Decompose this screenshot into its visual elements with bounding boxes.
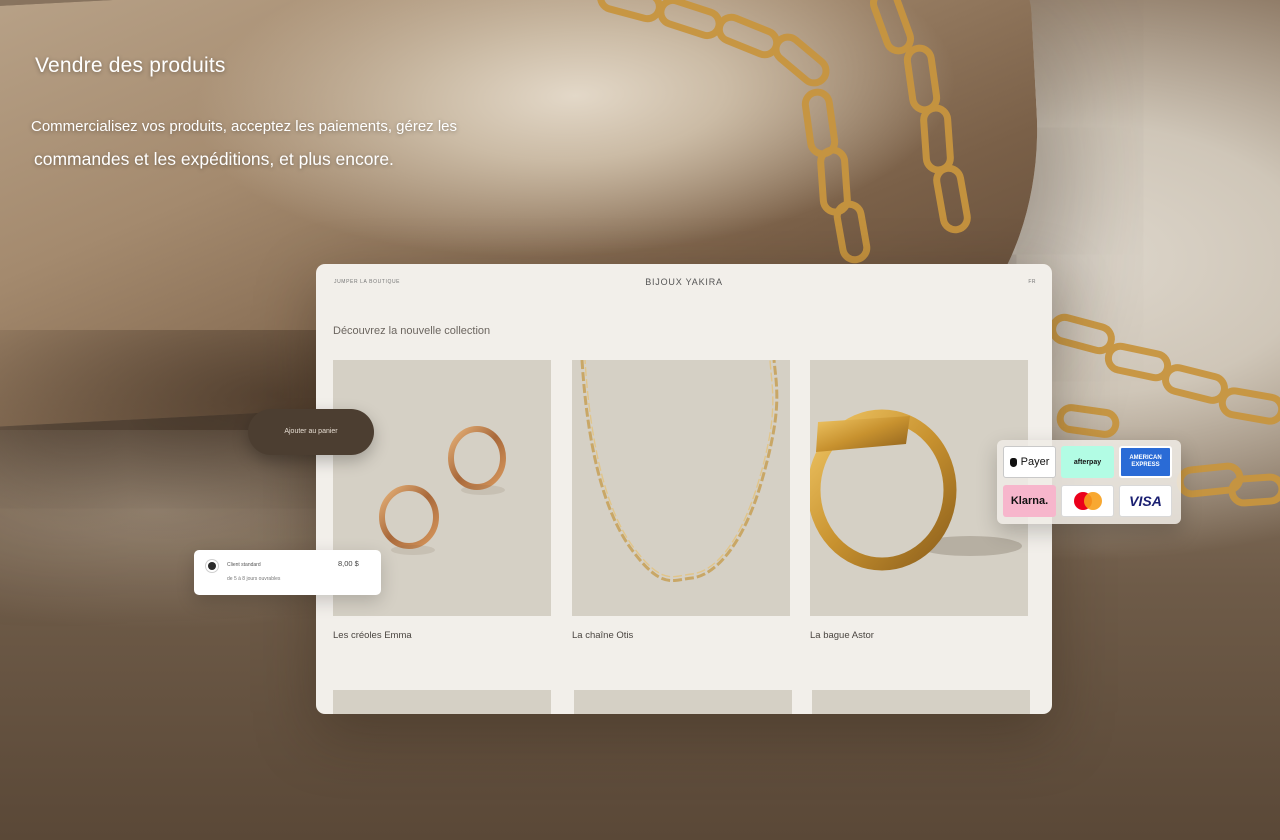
product-image[interactable] [810,360,1028,616]
afterpay-label: afterpay [1073,458,1102,466]
product-grid: Les créoles Emma La chaîne Otis La bague… [316,264,1052,714]
product-card-placeholder[interactable] [574,690,792,714]
hero-title: Vendre des produits [35,54,226,77]
signet-ring-icon [810,409,1022,571]
chain-necklace-icon [580,360,779,583]
klarna-badge: Klarna. [1003,485,1056,517]
product-card[interactable]: La chaîne Otis [572,360,790,641]
mastercard-logo-icon [1073,492,1102,510]
payment-methods-panel: Payer afterpay AMERICAN EXPRESS Klarna. … [997,440,1181,524]
apple-logo-icon [1009,457,1017,467]
product-card[interactable]: La bague Astor [810,360,1028,641]
product-name[interactable]: La bague Astor [810,630,1028,641]
product-image[interactable] [572,360,790,616]
hero-description-line-1: Commercialisez vos produits, acceptez le… [31,118,458,135]
product-card-placeholder[interactable] [333,690,551,714]
apple-pay-label: Payer [1020,456,1050,468]
amex-label-line-2: EXPRESS [1131,462,1160,468]
product-card-placeholder[interactable] [812,690,1030,714]
mastercard-badge [1061,485,1114,517]
apple-pay-badge: Payer [1003,446,1056,478]
amex-badge: AMERICAN EXPRESS [1119,446,1172,478]
shipping-option-label: Client standard [227,562,261,568]
amex-label-line-1: AMERICAN [1129,455,1162,461]
storefront-preview: JUMPER LA BOUTIQUE BIJOUX YAKIRA FR Déco… [316,264,1052,714]
klarna-label: Klarna. [1010,495,1049,507]
hero-description: Commercialisez vos produits, acceptez le… [31,110,501,176]
visa-label: VISA [1129,493,1162,509]
add-to-cart-button[interactable]: Ajouter au panier [248,409,374,455]
product-name[interactable]: Les créoles Emma [333,630,551,641]
shipping-price: 8,00 $ [338,559,359,568]
product-name[interactable]: La chaîne Otis [572,630,790,641]
afterpay-badge: afterpay [1061,446,1114,478]
radio-selected-icon[interactable] [208,562,216,570]
product-card[interactable]: Les créoles Emma [333,360,551,641]
hero-description-line-2: commandes et les expéditions, et plus en… [34,149,394,169]
visa-badge: VISA [1119,485,1172,517]
shipping-option-card[interactable]: Client standard de 5 à 8 jours ouvrables… [194,550,381,595]
shipping-option-delay: de 5 à 8 jours ouvrables [227,576,281,582]
